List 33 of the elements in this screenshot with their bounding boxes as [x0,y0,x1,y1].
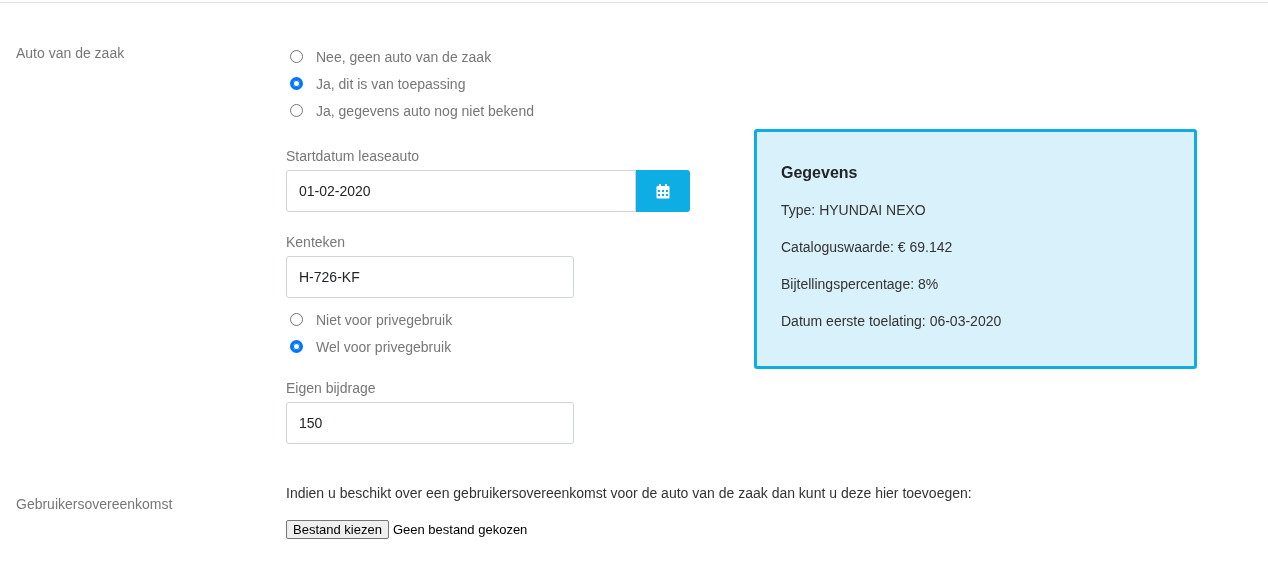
radio-label: Ja, gegevens auto nog niet bekend [316,102,534,119]
calendar-button[interactable] [636,170,690,212]
calendar-icon [656,183,670,199]
radio-label: Ja, dit is van toepassing [316,75,466,92]
file-status: Geen bestand gekozen [392,522,528,537]
radio-label: Niet voor privegebruik [316,311,453,328]
detail-line: Datum eerste toelating: 06-03-2020 [781,313,1003,329]
radio-option[interactable]: Nee, geen auto van de zaak [286,43,690,70]
choose-file-button[interactable]: Bestand kiezen [286,520,389,539]
contribution-field[interactable]: 150 [286,402,574,444]
radio-option[interactable]: Ja, gegevens auto nog niet bekend [286,97,690,124]
radio-option[interactable]: Ja, dit is van toepassing [286,70,690,97]
detail-line: Type: HYUNDAI NEXO [781,202,927,218]
field-label: Startdatum leaseauto [286,148,421,164]
radio-button[interactable] [290,340,303,353]
radio-button[interactable] [290,104,303,117]
card-title: Gegevens [781,164,859,182]
radio-option[interactable]: Niet voor privegebruik [286,306,690,333]
radio-button[interactable] [290,50,303,63]
detail-line: Bijtellingspercentage: 8% [781,276,940,292]
radio-label: Wel voor privegebruik [316,338,452,355]
radio-button[interactable] [290,77,303,90]
date-field[interactable]: 01-02-2020 [286,170,636,212]
instruction-text: Indien u beschikt over een gebruikersovereenkomst voor de auto van de zaak dan kunt u deze hier toevoegen: [286,485,973,501]
field-label: Kenteken [286,234,347,250]
section-label: Gebruikersovereenkomst [16,495,174,514]
radio-option[interactable]: Wel voor privegebruik [286,333,690,360]
radio-label: Nee, geen auto van de zaak [316,48,492,65]
field-label: Eigen bijdrage [286,380,377,396]
plate-field[interactable]: H-726-KF [286,256,574,298]
section-label: Auto van de zaak [16,44,126,63]
detail-line: Cataloguswaarde: € 69.142 [781,239,954,255]
radio-button[interactable] [290,313,303,326]
